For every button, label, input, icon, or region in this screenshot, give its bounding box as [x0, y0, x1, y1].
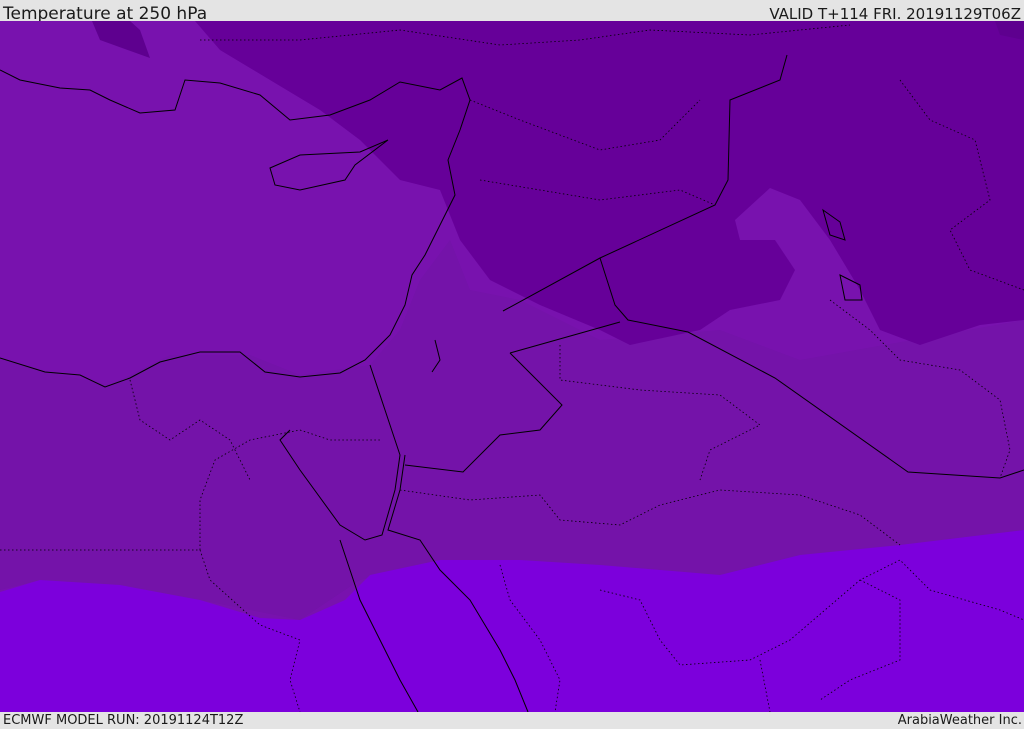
header-bar: Temperature at 250 hPa VALID T+114 FRI. …	[0, 0, 1024, 24]
footer-bar: ECMWF MODEL RUN: 20191124T12Z ArabiaWeat…	[0, 712, 1024, 729]
temperature-map	[0, 21, 1024, 712]
credit: ArabiaWeather Inc.	[897, 713, 1022, 728]
model-run: ECMWF MODEL RUN: 20191124T12Z	[3, 713, 244, 728]
